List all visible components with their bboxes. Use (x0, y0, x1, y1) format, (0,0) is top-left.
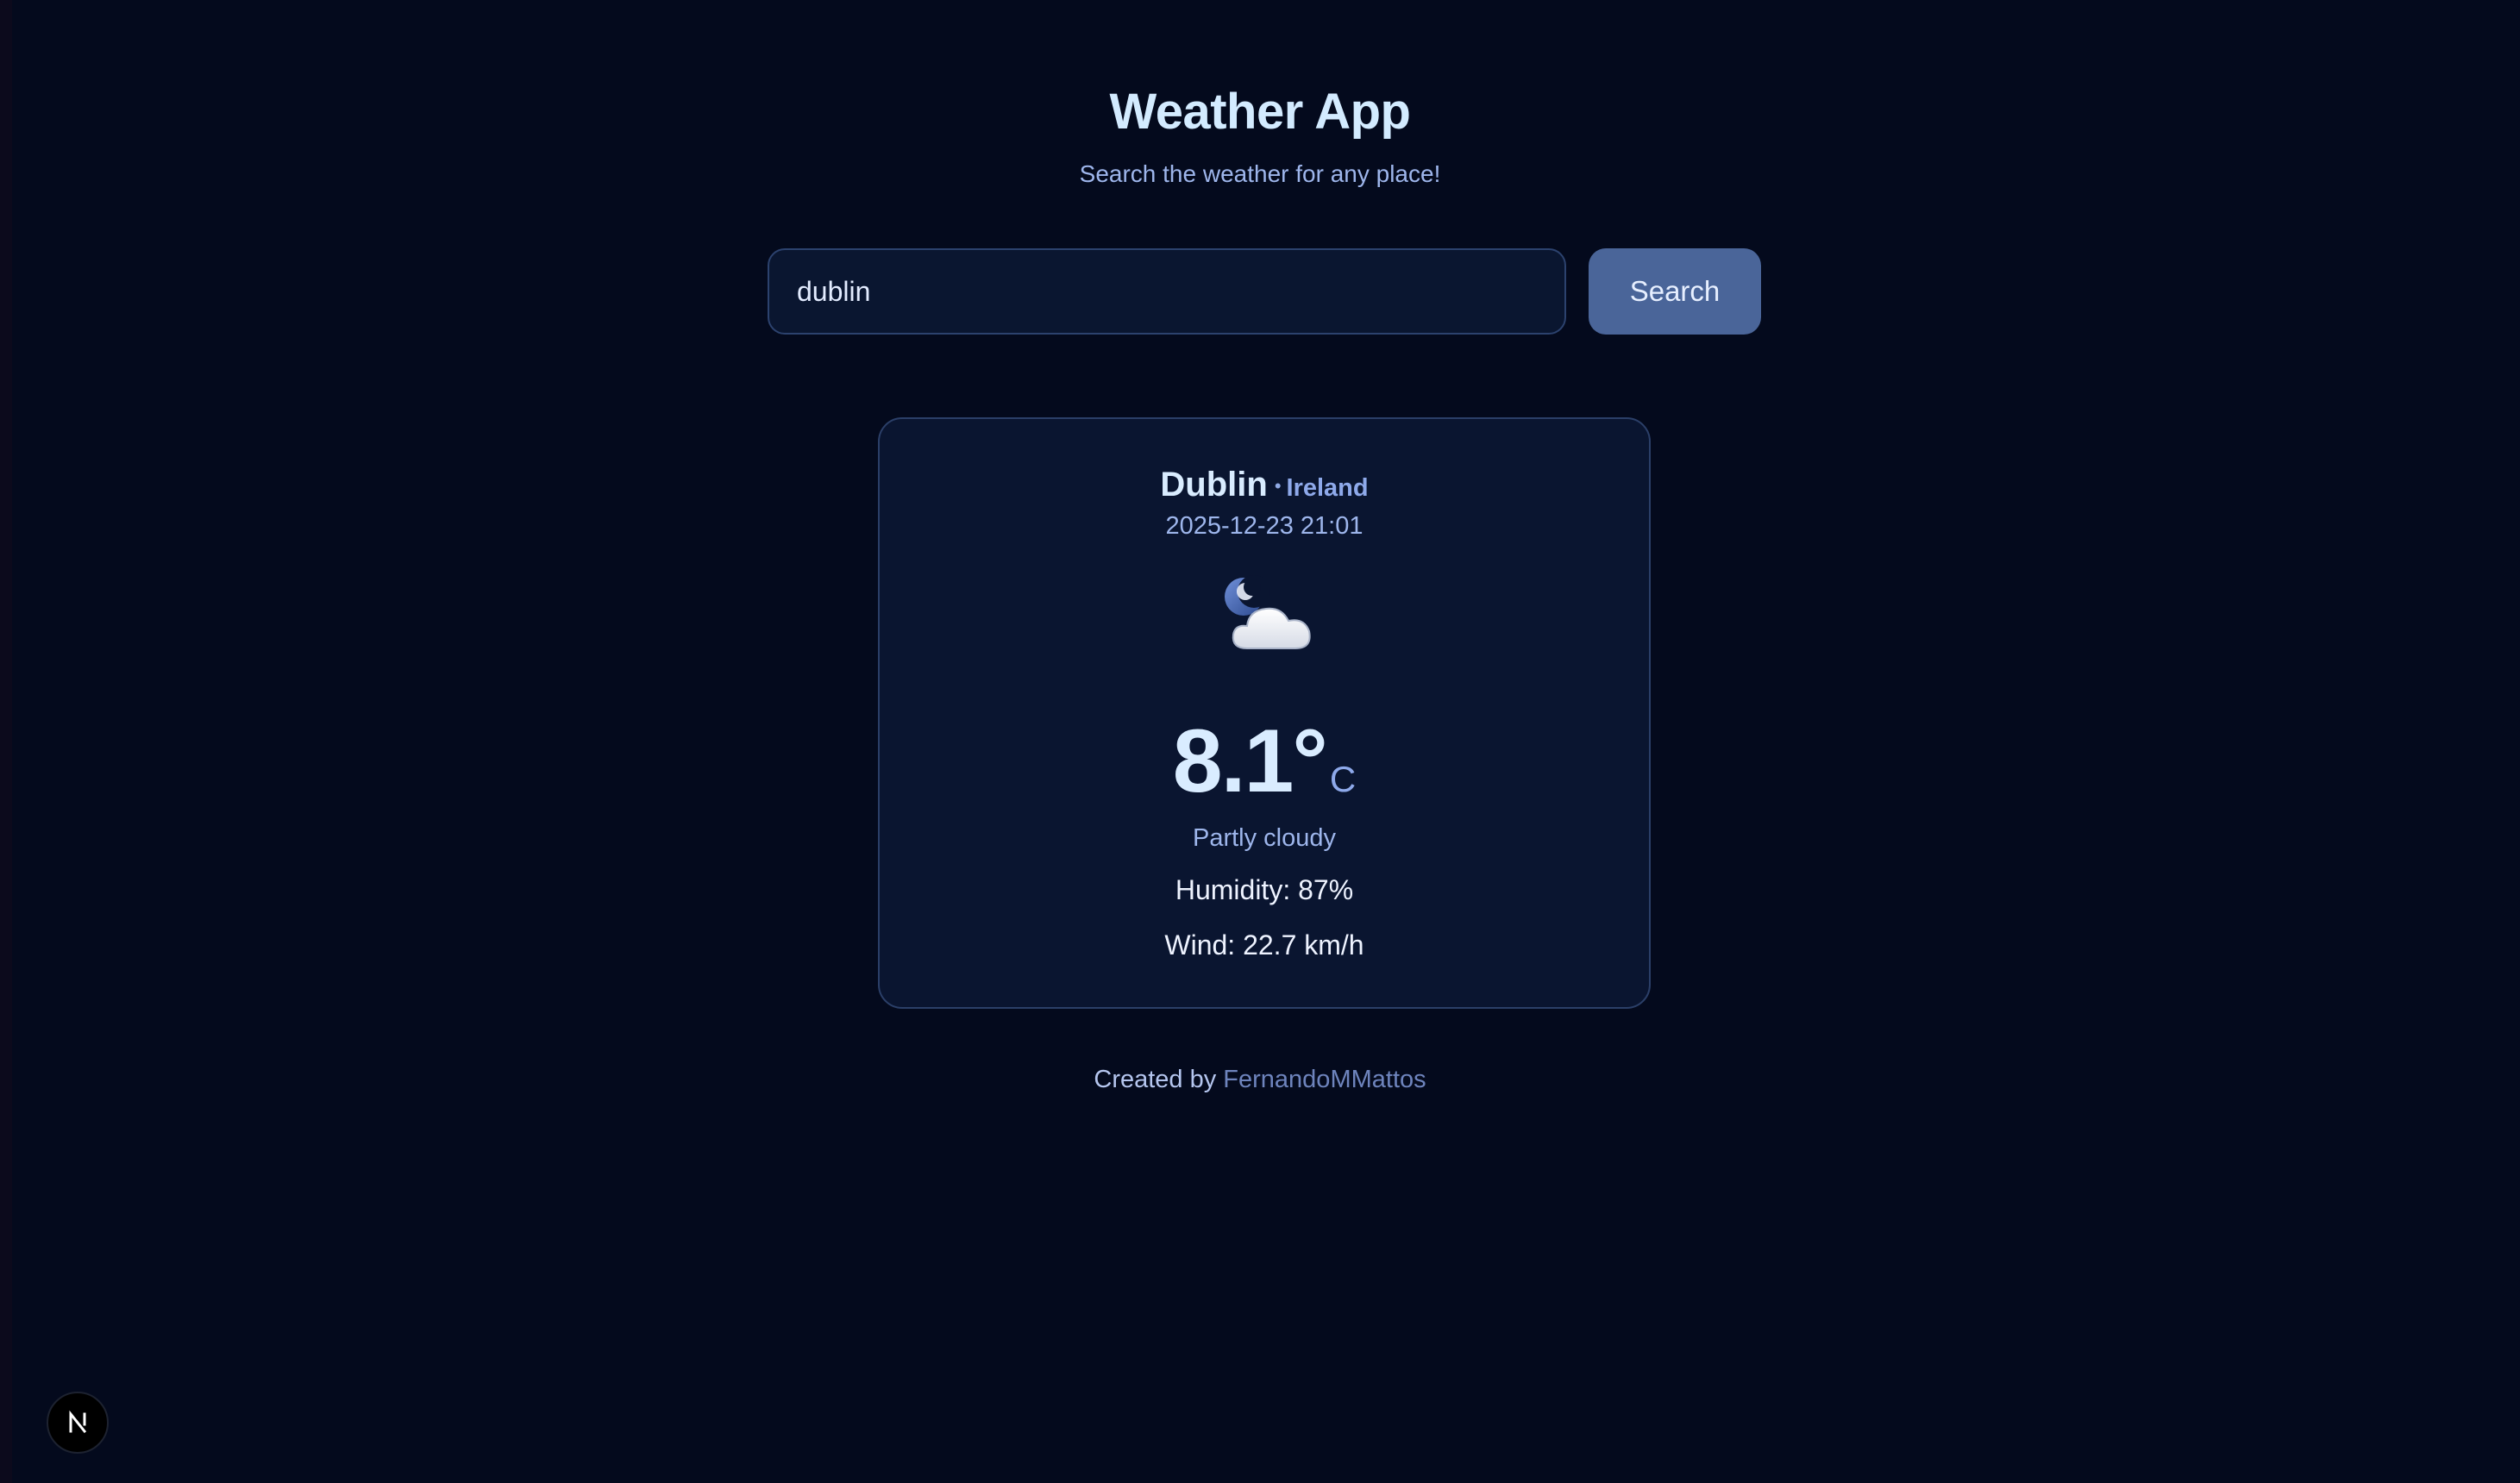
search-button[interactable]: Search (1589, 248, 1761, 335)
location-separator: • (1274, 475, 1282, 497)
city-name: Dublin (1160, 466, 1268, 504)
temperature-unit: C (1329, 759, 1357, 799)
window-left-edge (0, 0, 12, 1483)
weather-card: Dublin • Ireland 2025-12-23 21:01 8.1°C … (878, 417, 1651, 1009)
humidity-readout: Humidity: 87% (1175, 874, 1354, 905)
footer-prefix: Created by (1094, 1066, 1217, 1093)
search-input[interactable] (768, 248, 1566, 335)
nextjs-logo-icon (69, 1410, 87, 1434)
temperature-line: 8.1°C (880, 710, 1649, 813)
weather-condition: Partly cloudy (1192, 824, 1336, 852)
weather-app-page: Weather App Search the weather for any p… (0, 0, 2520, 1483)
nextjs-dev-indicator[interactable] (47, 1392, 109, 1454)
wind-readout: Wind: 22.7 km/h (1164, 929, 1364, 961)
local-datetime: 2025-12-23 21:01 (1165, 512, 1363, 540)
page-subtitle: Search the weather for any place! (1079, 160, 1441, 187)
temperature-value: 8.1° (1172, 711, 1328, 811)
partly-cloudy-night-icon (1219, 573, 1323, 659)
footer-credit: Created by FernandoMMattos (0, 1066, 2520, 1094)
author-link[interactable]: FernandoMMattos (1223, 1066, 1426, 1093)
country-name: Ireland (1286, 474, 1369, 502)
page-title: Weather App (1109, 84, 1412, 140)
location-line: Dublin • Ireland (880, 466, 1649, 504)
